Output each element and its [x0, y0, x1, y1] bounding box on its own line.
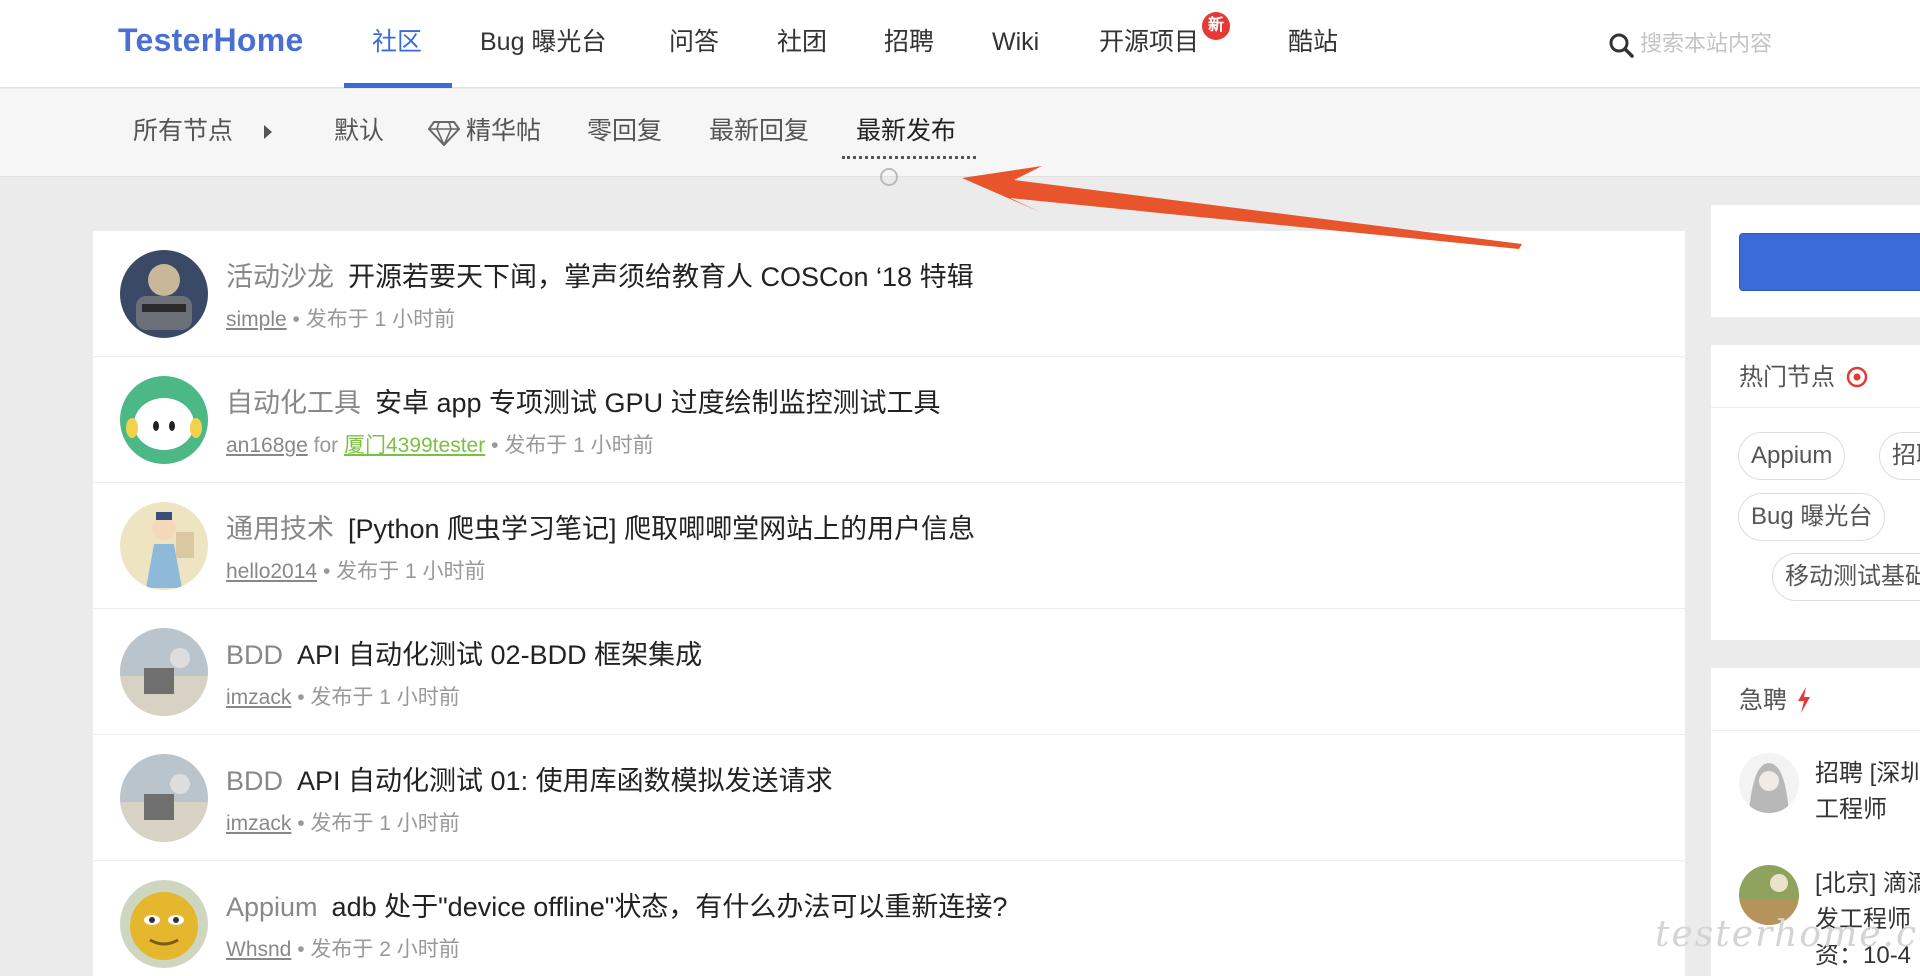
loading-circle-icon — [880, 168, 898, 186]
caret-right-icon[interactable] — [264, 125, 272, 139]
job-title-line: 工程师 — [1815, 796, 1887, 823]
watermark: testerhome.com — [1655, 914, 1920, 955]
active-nav-indicator — [344, 83, 452, 88]
topic-time: • 发布于 1 小时前 — [297, 686, 460, 709]
avatar[interactable] — [120, 250, 208, 338]
topic-author[interactable]: an168ge — [226, 434, 308, 457]
filter-default[interactable]: 默认 — [334, 89, 384, 177]
nav-cool-sites[interactable]: 酷站 — [1288, 0, 1338, 88]
job-title-line: [北京] 滴滴 — [1815, 870, 1920, 897]
topic-filter-bar: 所有节点 默认 精华帖 零回复 最新回复 最新发布 — [0, 89, 1920, 177]
all-nodes-dropdown[interactable]: 所有节点 — [133, 89, 233, 177]
avatar[interactable] — [120, 754, 208, 842]
avatar[interactable] — [120, 628, 208, 716]
topic-title[interactable]: API 自动化测试 01: 使用库函数模拟发送请求 — [297, 766, 833, 796]
nav-jobs[interactable]: 招聘 — [884, 0, 934, 88]
topic-node-label[interactable]: 通用技术 — [226, 514, 334, 544]
new-topic-card — [1711, 205, 1920, 317]
hot-nodes-card: 热门节点 Appium 招聘 Bug 曝光台 移动测试基础 — [1711, 345, 1920, 640]
topic-node-label[interactable]: 自动化工具 — [226, 388, 361, 418]
nav-bug-board[interactable]: Bug 曝光台 — [480, 0, 606, 88]
new-topic-button[interactable] — [1739, 233, 1920, 291]
topic-row[interactable]: Appium adb 处于"device offline"状态，有什么办法可以重新… — [93, 861, 1685, 976]
hot-node-tag[interactable]: Appium — [1738, 432, 1846, 480]
topic-author[interactable]: hello2014 — [226, 560, 317, 583]
divider — [1711, 730, 1920, 731]
hot-nodes-title: 热门节点 — [1739, 364, 1835, 391]
filter-excellent[interactable]: 精华帖 — [466, 89, 541, 177]
hot-node-tag[interactable]: 移动测试基础 — [1772, 553, 1920, 601]
hot-node-tag[interactable]: Bug 曝光台 — [1738, 493, 1886, 541]
topic-title[interactable]: 安卓 app 专项测试 GPU 过度绘制监控测试工具 — [375, 388, 941, 418]
topic-node-label[interactable]: 活动沙龙 — [226, 262, 334, 292]
active-filter-indicator — [842, 156, 976, 159]
search-icon[interactable] — [1608, 32, 1634, 58]
topic-list: 活动沙龙 开源若要天下闻，掌声须给教育人 COSCon ‘18 特辑 simple… — [93, 231, 1685, 976]
topic-time: • 发布于 1 小时前 — [322, 560, 486, 583]
site-logo[interactable]: TesterHome — [118, 22, 304, 59]
filter-newest[interactable]: 最新发布 — [856, 89, 956, 177]
nav-community[interactable]: 社区 — [372, 0, 422, 88]
hot-node-tag[interactable]: 招聘 — [1879, 432, 1920, 480]
divider — [1711, 407, 1920, 408]
filter-no-reply[interactable]: 零回复 — [587, 89, 662, 177]
topic-row[interactable]: BDD API 自动化测试 01: 使用库函数模拟发送请求 imzack • 发布… — [93, 735, 1685, 861]
topic-author[interactable]: imzack — [226, 686, 291, 709]
new-badge: 新 — [1202, 12, 1230, 40]
nav-clubs[interactable]: 社团 — [777, 0, 827, 88]
topic-title[interactable]: 开源若要天下闻，掌声须给教育人 COSCon ‘18 特辑 — [348, 262, 974, 292]
topic-row[interactable]: 活动沙龙 开源若要天下闻，掌声须给教育人 COSCon ‘18 特辑 simple… — [93, 231, 1685, 357]
avatar[interactable] — [120, 880, 208, 968]
topic-time: • 发布于 1 小时前 — [491, 434, 654, 457]
topic-title[interactable]: [Python 爬虫学习笔记] 爬取唧唧堂网站上的用户信息 — [348, 514, 975, 544]
topic-title[interactable]: adb 处于"device offline"状态，有什么办法可以重新连接? — [332, 892, 1008, 922]
topic-node-label[interactable]: BDD — [226, 640, 283, 670]
job-item[interactable]: 招聘 [深圳 工程师 — [1815, 756, 1920, 828]
for-label: for — [313, 434, 339, 457]
search-input[interactable] — [1640, 26, 1900, 62]
topic-time: • 发布于 1 小时前 — [292, 308, 456, 331]
avatar[interactable] — [1739, 753, 1799, 813]
topic-time: • 发布于 2 小时前 — [297, 938, 460, 961]
target-icon — [1846, 366, 1867, 388]
lightning-icon — [1797, 687, 1810, 713]
topic-team[interactable]: 厦门4399tester — [344, 434, 485, 457]
nav-qa[interactable]: 问答 — [669, 0, 719, 88]
diamond-icon — [428, 121, 460, 146]
job-title-line: 招聘 [深圳 — [1815, 760, 1920, 787]
topic-row[interactable]: BDD API 自动化测试 02-BDD 框架集成 imzack • 发布于 1 … — [93, 609, 1685, 735]
topic-author[interactable]: imzack — [226, 812, 291, 835]
topic-row[interactable]: 自动化工具 安卓 app 专项测试 GPU 过度绘制监控测试工具 an168ge … — [93, 357, 1685, 483]
topic-title[interactable]: API 自动化测试 02-BDD 框架集成 — [297, 640, 702, 670]
topic-node-label[interactable]: BDD — [226, 766, 283, 796]
urgent-jobs-title: 急聘 — [1739, 687, 1787, 714]
topic-author[interactable]: Whsnd — [226, 938, 291, 961]
topic-node-label[interactable]: Appium — [226, 892, 318, 922]
topic-time: • 发布于 1 小时前 — [297, 812, 460, 835]
filter-last-reply[interactable]: 最新回复 — [709, 89, 809, 177]
nav-open-source[interactable]: 开源项目 — [1099, 0, 1199, 88]
topic-row[interactable]: 通用技术 [Python 爬虫学习笔记] 爬取唧唧堂网站上的用户信息 hello2… — [93, 483, 1685, 609]
nav-wiki[interactable]: Wiki — [992, 0, 1039, 88]
top-navbar: TesterHome 社区 Bug 曝光台 问答 社团 招聘 Wiki 开源项目… — [0, 0, 1920, 88]
topic-author[interactable]: simple — [226, 308, 287, 331]
avatar[interactable] — [120, 502, 208, 590]
avatar[interactable] — [120, 376, 208, 464]
